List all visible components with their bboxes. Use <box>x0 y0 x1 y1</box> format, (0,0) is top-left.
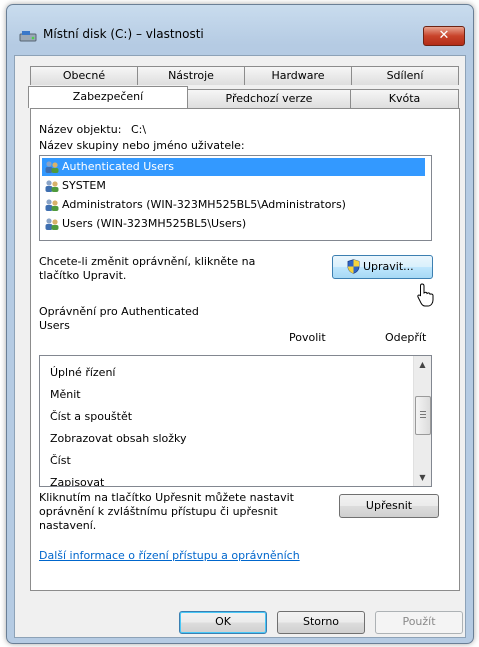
tab-security[interactable]: Zabezpečení <box>28 86 188 108</box>
tab-previous-versions[interactable]: Předchozí verze <box>187 89 351 108</box>
scroll-up-arrow-icon[interactable]: ▲ <box>414 356 431 373</box>
list-item: Číst a spouštět <box>50 410 133 423</box>
advanced-text-line2: oprávnění k zvláštnímu přístupu či upřes… <box>39 505 278 518</box>
close-icon: ✕ <box>438 28 450 43</box>
tab-quota[interactable]: Kvóta <box>350 89 459 108</box>
tab-general[interactable]: Obecné <box>30 66 138 85</box>
tab-label: Hardware <box>271 69 325 82</box>
more-info-link[interactable]: Další informace o řízení přístupu a oprá… <box>39 549 300 562</box>
deny-column-header: Odepřít <box>385 331 427 344</box>
tab-label: Sdílení <box>386 69 424 82</box>
list-item: Číst <box>50 454 71 467</box>
edit-button-label: Upravit... <box>363 260 414 273</box>
list-item: Měnit <box>50 388 81 401</box>
list-item-users[interactable]: Users (WIN-323MH525BL5\Users) <box>42 215 425 233</box>
scroll-down-arrow-icon[interactable]: ▼ <box>414 469 431 486</box>
user-name: Users (WIN-323MH525BL5\Users) <box>62 217 247 230</box>
advanced-text-line1: Kliknutím na tlačítko Upřesnit můžete na… <box>39 491 294 504</box>
user-name: SYSTEM <box>62 179 106 192</box>
user-name: Authenticated Users <box>62 160 175 173</box>
group-names-label: Název skupiny nebo jméno uživatele: <box>39 139 245 152</box>
tab-label: Kvóta <box>388 92 421 105</box>
tab-tools[interactable]: Nástroje <box>137 66 245 85</box>
user-name: Administrators (WIN-323MH525BL5\Administ… <box>62 198 346 211</box>
tab-sharing[interactable]: Sdílení <box>351 66 459 85</box>
user-group-icon <box>45 180 59 192</box>
user-group-icon <box>45 161 59 173</box>
permissions-scrollbar[interactable]: ▲ ▼ <box>413 356 431 486</box>
user-group-list[interactable]: Authenticated Users SYSTEM Administrator… <box>39 155 432 241</box>
list-item-system[interactable]: SYSTEM <box>42 177 425 195</box>
permissions-for-label-line2: Users <box>39 319 70 332</box>
edit-button[interactable]: Upravit... <box>332 255 433 279</box>
window-title: Místní disk (C:) – vlastnosti <box>43 27 204 41</box>
scrollbar-thumb[interactable] <box>415 396 431 435</box>
list-item: Zobrazovat obsah složky <box>50 432 187 445</box>
ok-button[interactable]: OK <box>179 611 267 634</box>
list-item: Úplné řízení <box>50 366 116 379</box>
uac-shield-icon <box>347 259 360 274</box>
tab-label: Zabezpečení <box>72 90 144 103</box>
object-name-label: Název objektu: <box>39 123 122 136</box>
cancel-button[interactable]: Storno <box>277 611 365 634</box>
list-item-administrators[interactable]: Administrators (WIN-323MH525BL5\Administ… <box>42 196 425 214</box>
list-item: Zapisovat <box>50 476 105 487</box>
title-bar[interactable]: Místní disk (C:) – vlastnosti ✕ <box>7 5 473 55</box>
permissions-list[interactable]: Úplné řízení Měnit Číst a spouštět Zobra… <box>39 355 432 487</box>
properties-window: Místní disk (C:) – vlastnosti ✕ Obecné N… <box>6 4 474 644</box>
close-button[interactable]: ✕ <box>423 26 465 46</box>
user-group-icon <box>45 218 59 230</box>
permissions-for-label-line1: Oprávnění pro Authenticated <box>39 305 199 318</box>
drive-icon <box>19 31 37 42</box>
tab-label: Předchozí verze <box>225 92 313 105</box>
object-name-value: C:\ <box>131 123 147 136</box>
tab-hardware[interactable]: Hardware <box>244 66 352 85</box>
change-permissions-text-line1: Chcete-li změnit oprávnění, klikněte na <box>39 255 256 268</box>
change-permissions-text-line2: tlačítko Upravit. <box>39 269 127 282</box>
mouse-cursor-icon <box>417 283 434 307</box>
advanced-text-line3: nastavení. <box>39 519 97 532</box>
tab-label: Nástroje <box>168 69 214 82</box>
apply-button[interactable]: Použít <box>375 611 463 634</box>
advanced-button[interactable]: Upřesnit <box>339 494 439 518</box>
user-group-icon <box>45 199 59 211</box>
allow-column-header: Povolit <box>289 331 326 344</box>
tab-label: Obecné <box>62 69 106 82</box>
list-item-authenticated-users[interactable]: Authenticated Users <box>42 158 425 176</box>
dialog-client-area: Obecné Nástroje Hardware Sdílení Zabezpe… <box>14 55 466 638</box>
grip-icon <box>420 411 426 419</box>
security-tab-panel: Název objektu: C:\ Název skupiny nebo jm… <box>30 108 460 591</box>
